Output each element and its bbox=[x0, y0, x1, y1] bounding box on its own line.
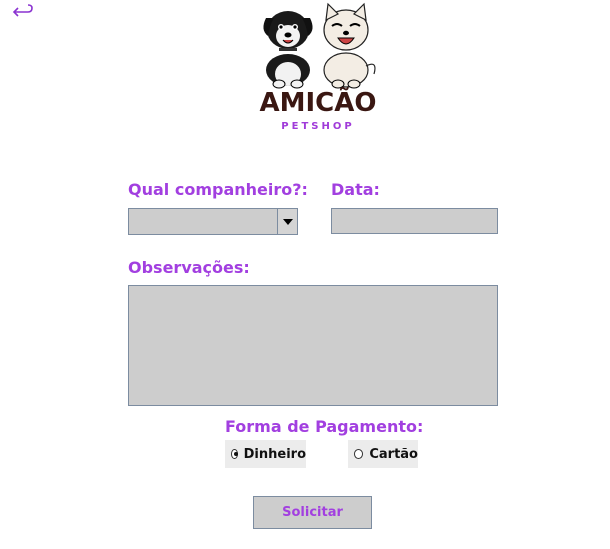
companion-select[interactable] bbox=[128, 208, 298, 235]
chevron-down-icon[interactable] bbox=[277, 209, 297, 234]
companion-label: Qual companheiro?: bbox=[128, 180, 308, 199]
radio-checked-icon[interactable] bbox=[231, 449, 238, 459]
submit-button[interactable]: Solicitar bbox=[253, 496, 372, 529]
payment-label: Forma de Pagamento: bbox=[225, 417, 424, 436]
payment-option-label: Cartão bbox=[369, 446, 418, 462]
return-arrow-icon bbox=[12, 4, 33, 17]
notes-textarea[interactable] bbox=[128, 285, 498, 406]
radio-unchecked-icon[interactable] bbox=[354, 449, 364, 459]
payment-option-cartao[interactable]: Cartão bbox=[348, 440, 418, 468]
date-field[interactable] bbox=[331, 208, 498, 234]
notes-label: Observações: bbox=[128, 258, 250, 277]
back-button[interactable] bbox=[11, 2, 35, 24]
brand-name: AMICÃO bbox=[259, 88, 377, 118]
brand-tagline: PETSHOP bbox=[281, 121, 355, 132]
date-label: Data: bbox=[331, 180, 380, 199]
petshop-logo bbox=[252, 0, 384, 140]
payment-option-dinheiro[interactable]: Dinheiro bbox=[225, 440, 306, 468]
two-dogs-logo-icon bbox=[263, 2, 376, 89]
payment-option-label: Dinheiro bbox=[243, 446, 306, 462]
